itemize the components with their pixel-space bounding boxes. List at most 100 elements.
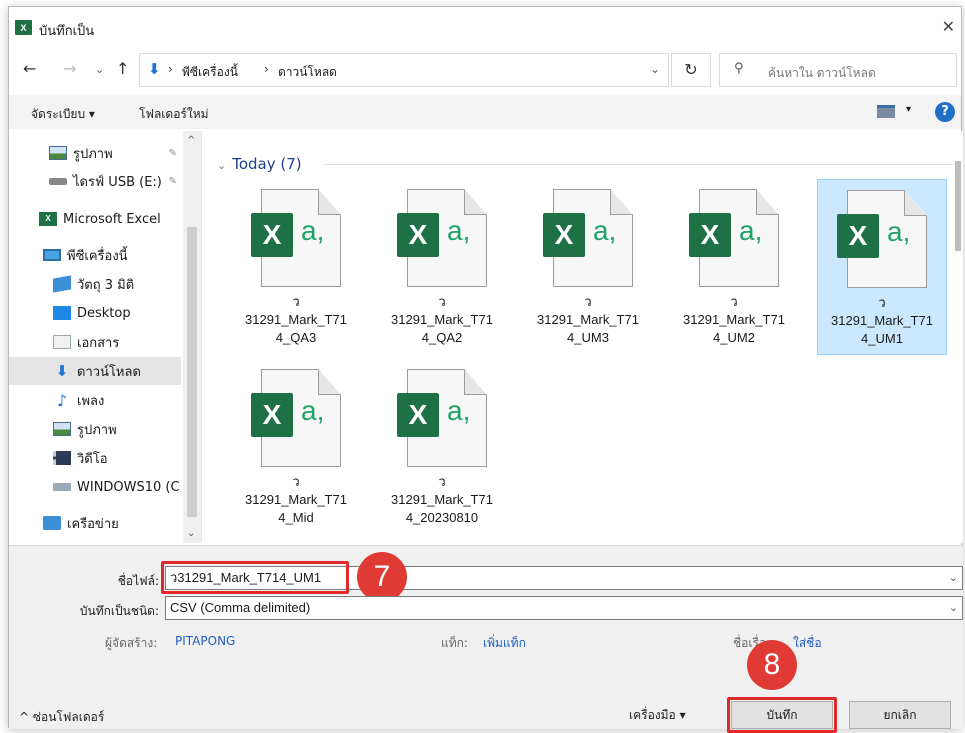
file-item-mid[interactable]: Xa, ว 31291_Mark_T71 4_Mid [231,359,361,535]
scrollbar-thumb[interactable] [955,161,961,251]
filename-dropdown-chevron-icon[interactable]: ⌄ [949,567,958,589]
file-name: ว 31291_Mark_T71 4_Mid [245,474,347,525]
address-row: ← → ⌄ ↑ ⬇ › พีซีเครื่องนี้ › ดาวน์โหลด ⌄… [9,47,961,89]
close-icon[interactable]: ✕ [942,17,955,36]
music-icon: ♪ [56,390,68,410]
file-item-um1[interactable]: Xa, ว 31291_Mark_T71 4_UM1 [817,179,947,355]
scroll-down-chevron-icon[interactable]: ⌄ [187,528,195,539]
file-item-20230810[interactable]: Xa, ว 31291_Mark_T71 4_20230810 [377,359,507,535]
sidebar-item-documents[interactable]: เอกสาร [9,328,181,356]
desktop-icon [53,306,71,320]
downloads-icon: ⬇ [148,60,161,78]
usb-drive-icon [49,177,67,185]
command-bar: จัดระเบียบ ▾ โฟลเดอร์ใหม่ ▾ ? [9,95,961,129]
pin-icon: ✎ [168,147,177,159]
breadcrumb-separator-icon: › [264,62,269,76]
scrollbar-thumb[interactable] [187,227,197,517]
excel-file-icon: Xa, [251,189,341,289]
save-form: ชื่อไฟล์: ว31291_Mark_T714_UM1 ⌄ 7 บันทึ… [9,545,963,733]
navigation-scrollbar[interactable]: ^ ⌄ [183,131,201,543]
3d-objects-icon [53,275,71,293]
sidebar-item-pictures[interactable]: รูปภาพ [9,415,181,443]
file-item-um2[interactable]: Xa, ว 31291_Mark_T71 4_UM2 [669,179,799,355]
forward-arrow-icon[interactable]: → [63,59,76,78]
sidebar-item-label: Desktop [77,305,131,321]
save-as-type-label: บันทึกเป็นชนิด: [79,604,159,618]
network-icon [43,516,61,530]
sidebar-item-windows10-drive[interactable]: WINDOWS10 (C [9,473,181,501]
back-arrow-icon[interactable]: ← [23,59,36,78]
sidebar-item-this-pc[interactable]: พีซีเครื่องนี้ [9,241,181,269]
sidebar-item-label: ไดรฟ์ USB (E:) [73,174,162,190]
sidebar-item-microsoft-excel[interactable]: X Microsoft Excel [9,205,181,233]
collapse-chevron-icon: ⌄ [217,159,227,172]
sidebar-item-music[interactable]: ♪ เพลง [9,386,181,414]
save-as-type-select[interactable]: CSV (Comma delimited) ⌄ [165,596,963,620]
tags-value[interactable]: เพิ่มแท็ก [483,634,526,653]
step-7-badge: 7 [357,552,407,602]
group-label: Today (7) [232,155,302,173]
recent-locations-chevron-icon[interactable]: ⌄ [95,63,104,76]
title-value[interactable]: ใส่ชื่อ [793,634,822,653]
pictures-icon [53,422,71,436]
sidebar-item-network[interactable]: เครือข่าย [9,509,181,537]
excel-file-icon: Xa, [397,369,487,469]
organize-button[interactable]: จัดระเบียบ ▾ [31,105,95,124]
sidebar-item-label: Microsoft Excel [63,211,161,227]
file-item-qa3[interactable]: Xa, ว 31291_Mark_T71 4_QA3 [231,179,361,355]
sidebar-item-desktop[interactable]: Desktop [9,299,181,327]
sidebar-item-videos[interactable]: วิดีโอ [9,444,181,472]
sidebar-item-label: เครือข่าย [67,516,119,532]
sidebar-item-usb-drive[interactable]: ไดรฟ์ USB (E:) ✎ [9,167,181,195]
group-header-today[interactable]: ⌄ Today (7) [217,155,302,173]
drive-icon [53,483,71,491]
search-placeholder: ค้นหาใน ดาวน์โหลด [768,66,876,80]
sidebar-item-3d-objects[interactable]: วัตถุ 3 มิติ [9,270,181,298]
sidebar-item-downloads[interactable]: ⬇ ดาวน์โหลด [9,357,181,385]
breadcrumb-this-pc[interactable]: พีซีเครื่องนี้ [182,63,238,82]
excel-icon: X [39,212,57,226]
search-icon: ⚲ [734,61,744,76]
step-8-badge: 8 [747,640,797,690]
excel-file-icon: Xa, [837,190,927,290]
address-bar[interactable]: ⬇ › พีซีเครื่องนี้ › ดาวน์โหลด ⌄ [139,53,669,87]
scroll-up-chevron-icon[interactable]: ^ [187,135,195,146]
sidebar-item-label: เพลง [77,393,105,409]
group-divider [323,164,953,165]
tools-button[interactable]: เครื่องมือ ▾ [629,706,686,725]
file-list-pane: ⌄ Today (7) Xa, ว 31291_Mark_T71 4_QA3 Xa… [205,131,963,543]
file-name: ว 31291_Mark_T71 4_UM2 [683,294,785,345]
save-as-type-value: CSV (Comma delimited) [170,600,311,615]
step-7-highlight [161,561,349,594]
author-value[interactable]: PITAPONG [175,634,235,648]
documents-icon [53,335,71,349]
view-dropdown-chevron-icon[interactable]: ▾ [906,104,911,115]
new-folder-button[interactable]: โฟลเดอร์ใหม่ [139,105,209,124]
view-options-icon[interactable] [877,105,895,118]
excel-file-icon: Xa, [397,189,487,289]
save-as-type-chevron-icon[interactable]: ⌄ [949,597,958,619]
up-arrow-icon[interactable]: ↑ [116,59,129,78]
sidebar-item-label: WINDOWS10 (C [77,479,180,495]
address-dropdown-chevron-icon[interactable]: ⌄ [650,62,660,76]
breadcrumb-downloads[interactable]: ดาวน์โหลด [278,63,337,82]
cancel-button[interactable]: ยกเลิก [849,701,951,729]
file-name: ว 31291_Mark_T71 4_20230810 [391,474,493,525]
hide-folders-button[interactable]: ^ ซ่อนโฟลเดอร์ [19,708,104,727]
refresh-button[interactable]: ↻ [671,53,711,87]
file-name: ว 31291_Mark_T71 4_UM1 [831,295,933,346]
file-name: ว 31291_Mark_T71 4_UM3 [537,294,639,345]
search-input[interactable]: ⚲ ค้นหาใน ดาวน์โหลด [719,53,957,87]
tags-label: แท็ก: [441,636,468,650]
sidebar-item-pictures-quick[interactable]: รูปภาพ ✎ [9,139,181,167]
downloads-icon: ⬇ [55,362,69,380]
pin-icon: ✎ [168,175,177,187]
excel-file-icon: Xa, [251,369,341,469]
sidebar-item-label: วัตถุ 3 มิติ [77,277,135,293]
file-item-um3[interactable]: Xa, ว 31291_Mark_T71 4_UM3 [523,179,653,355]
file-item-qa2[interactable]: Xa, ว 31291_Mark_T71 4_QA2 [377,179,507,355]
sidebar-item-label: เอกสาร [77,335,120,351]
file-name: ว 31291_Mark_T71 4_QA2 [391,294,493,345]
file-list-scrollbar[interactable] [953,131,963,543]
help-icon[interactable]: ? [935,102,955,122]
